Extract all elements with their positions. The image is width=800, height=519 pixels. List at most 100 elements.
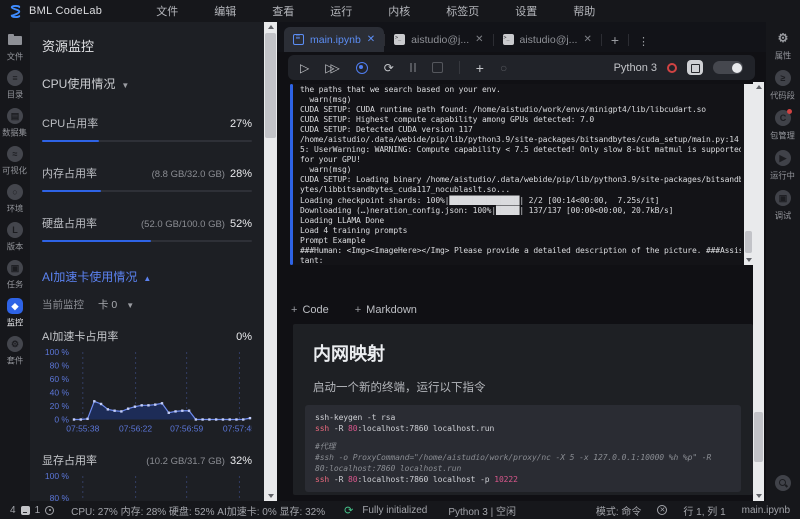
add-cell-button[interactable]: + [476,61,484,75]
panel-item-代码段[interactable]: ≥ 代码段 [769,70,796,102]
svg-text:07:55:38: 07:55:38 [66,424,99,434]
export-button[interactable] [431,62,443,73]
meter-progress-fill [42,190,101,192]
sidebar-item-数据集[interactable]: ▤ 数据集 [1,108,28,139]
menubar-item[interactable]: 运行 [312,3,370,19]
sidebar-item-环境[interactable]: ○ 环境 [6,184,24,215]
run-cell-button[interactable]: ▷ [300,62,309,74]
menubar-item[interactable]: 查看 [254,3,312,19]
scroll-down-arrow-icon[interactable] [264,491,277,501]
notebook-scrollbar[interactable] [753,82,764,501]
scrollbar-thumb[interactable] [745,231,752,253]
cpu-section-header[interactable]: CPU使用情况 ▼ [42,75,252,92]
scroll-down-arrow-icon[interactable] [753,491,764,501]
toolbar-divider [458,61,460,74]
cursor-position[interactable]: 行 1, 列 1 [683,503,725,518]
add-code-cell-button[interactable]: + Code [291,304,329,316]
scroll-down-arrow-icon[interactable] [744,255,753,265]
env-icon: ○ [6,184,23,200]
meter-label: CPU占用率 [42,118,99,130]
menubar-item[interactable]: 标签页 [428,3,497,19]
svg-text:60 %: 60 % [50,374,70,384]
meter-label: 内存占用率 [42,168,97,180]
panel-item-包管理[interactable]: C 包管理 [769,109,796,142]
panel-item-label: 包管理 [770,131,796,141]
pause-button[interactable] [409,63,416,72]
tab-main.ipynb[interactable]: main.ipynb ✕ [284,27,385,52]
new-tab-button[interactable]: + [602,32,628,48]
kernel-status[interactable]: Python 3 | 空闲 [448,503,516,518]
meter-row: 内存占用率 (8.8 GB/32.0 GB) 28% [42,165,252,181]
chevron-up-icon: ▲ [143,274,152,283]
ai-usage-value: 0% [236,331,252,343]
tab-aistudio@j...[interactable]: aistudio@j... ✕ [494,27,601,52]
meter-progress-bar [42,240,252,242]
code-segment: ssh [315,475,330,484]
close-icon[interactable]: ✕ [475,34,483,45]
meters: CPU占用率 27% 内存占用率 (8.8 GB/32.0 GB) 28% 硬盘占用率 (5… [42,115,252,242]
code-segment: ssh-keygen -t rsa [315,413,396,422]
sidebar-item-可视化[interactable]: ≈ 可视化 [1,146,28,177]
tab-aistudio@j...[interactable]: aistudio@j... ✕ [385,27,492,52]
sidebar-item-label: 环境 [6,204,24,214]
code-segment: :localhost:7860 localhost.run [357,424,495,433]
meter-label: 硬盘占用率 [42,218,97,230]
panel-item-属性[interactable]: ⚙ 属性 [774,30,792,62]
terminal-icon [394,34,406,45]
panel-item-运行中[interactable]: ▶ 运行中 [769,150,796,182]
sidebar-item-文件[interactable]: 文件 [6,32,24,63]
meter-progress-fill [42,140,99,142]
tab-bar: main.ipynb ✕ aistudio@j... ✕ aistudio@j... ✕ +… [277,22,766,52]
menubar-item[interactable]: 设置 [497,3,555,19]
scrollbar-thumb[interactable] [265,33,276,138]
markdown-cell[interactable]: 内网映射 启动一个新的终端，运行以下指令 ssh-keygen -t rsa ss… [293,324,753,495]
current-filename: main.ipynb [741,504,790,516]
app-logo: BML CodeLab [0,4,102,19]
sync-icon: ⟳ [344,504,354,517]
ai-section-header[interactable]: AI加速卡使用情况 ▲ [42,268,252,285]
sidebar-item-任务[interactable]: ▣ 任务 [6,260,24,291]
sidebar-item-套件[interactable]: ⚙ 套件 [6,336,24,367]
close-icon[interactable]: ✕ [583,34,591,45]
menubar-item[interactable]: 内核 [370,3,428,19]
right-activity-bar: ⚙ 属性 ≥ 代码段 C 包管理 ▶ 运行中 ▣ 调试 [766,22,800,501]
busy-indicator-icon: ○ [499,60,508,75]
panel-scrollbar[interactable] [264,22,277,501]
vram-usage-detail: (10.2 GB/31.7 GB) [146,455,225,467]
close-icon[interactable]: ✕ [367,34,375,45]
kernel-count[interactable]: 1 [35,505,41,516]
cpu-section-title: CPU使用情况 [42,77,116,91]
sidebar-item-label: 可视化 [2,166,28,176]
menubar-item[interactable]: 帮助 [555,3,613,19]
kernel-name[interactable]: Python 3 [614,62,657,74]
code-line: ssh-keygen -t rsa [315,412,731,423]
terminal-count[interactable]: 4 [10,505,16,516]
notifications-icon[interactable]: ✕ [657,505,668,515]
search-button[interactable] [775,475,791,491]
sidebar-item-目录[interactable]: ≡ 目录 [6,70,24,101]
panel-item-调试[interactable]: ▣ 调试 [774,190,792,222]
menubar-item[interactable]: 文件 [138,3,196,19]
status-bar: 4 1 CPU: 27% 内存: 28% 硬盘: 52% AI加速卡: 0% 显… [0,501,800,519]
output-scrollbar[interactable] [744,84,753,265]
tab-overflow-menu[interactable]: ⋮ [629,35,659,48]
restart-kernel-button[interactable]: ⟳ [384,62,394,74]
menubar-item[interactable]: 编辑 [196,3,254,19]
scroll-up-arrow-icon[interactable] [753,82,764,92]
scrollbar-thumb[interactable] [754,412,763,462]
code-segment: -R [329,424,349,433]
scroll-up-arrow-icon[interactable] [264,22,277,32]
tab-label: aistudio@j... [519,33,578,46]
output-cell[interactable]: the paths that we search based on your e… [290,84,753,265]
sidebar-item-监控[interactable]: ◆ 监控 [6,298,24,329]
editor-mode[interactable]: 模式: 命令 [596,503,642,518]
code-line: ssh -R 80:localhost:7860 localhost.run [315,423,731,434]
simple-mode-button[interactable] [687,60,703,75]
add-markdown-cell-button[interactable]: + Markdown [355,304,417,316]
sidebar-item-版本[interactable]: L 版本 [6,222,24,253]
interrupt-kernel-button[interactable] [355,61,368,74]
run-all-button[interactable]: ▷▷ [325,62,340,74]
card-select-dropdown[interactable]: 卡 0 ▼ [98,297,134,312]
mode-toggle[interactable] [713,61,743,74]
notebook-toolbar: ▷ ▷▷ ⟳ + ○ Python 3 [288,55,755,80]
